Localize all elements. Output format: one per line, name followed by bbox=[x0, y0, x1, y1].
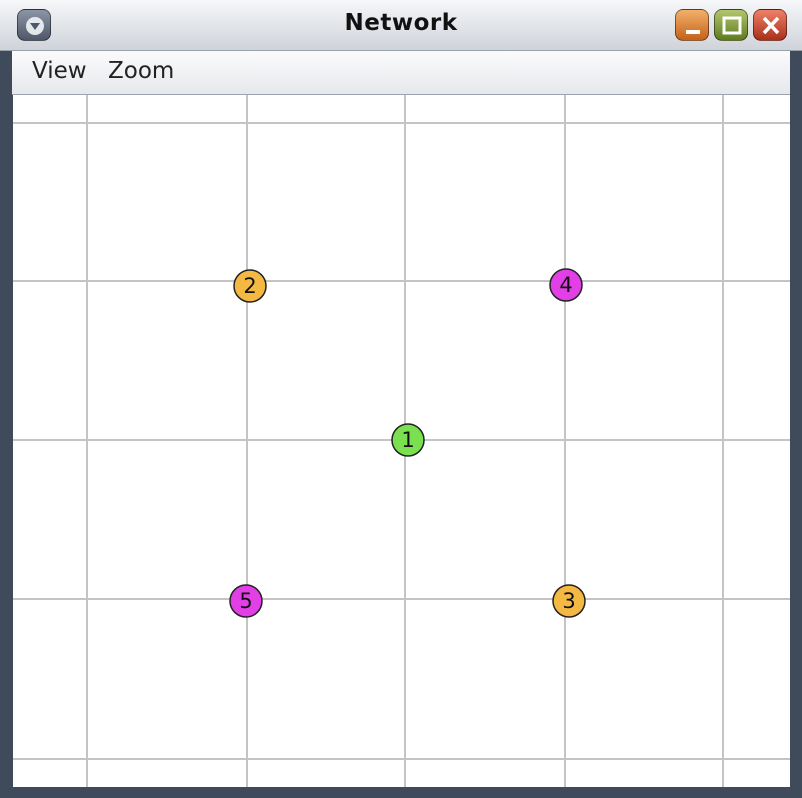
graph-node-5[interactable]: 5 bbox=[229, 584, 263, 618]
close-button[interactable] bbox=[753, 9, 787, 41]
menu-bar: View Zoom bbox=[12, 51, 790, 95]
node-3-label: 3 bbox=[562, 589, 575, 613]
node-1-label: 1 bbox=[401, 428, 414, 452]
network-canvas[interactable]: 1 2 3 4 5 bbox=[13, 95, 790, 787]
maximize-button[interactable] bbox=[714, 9, 748, 41]
window-bottom-border bbox=[0, 787, 802, 798]
title-bar[interactable]: Network bbox=[0, 0, 802, 51]
minimize-icon bbox=[686, 30, 700, 34]
network-window: Network View Zoom 1 2 3 4 5 bbox=[0, 0, 802, 798]
network-graph[interactable]: 1 2 3 4 5 bbox=[13, 95, 790, 787]
graph-node-4[interactable]: 4 bbox=[549, 268, 583, 302]
node-5-label: 5 bbox=[239, 589, 252, 613]
menu-zoom[interactable]: Zoom bbox=[104, 58, 178, 84]
menu-view[interactable]: View bbox=[28, 58, 91, 84]
minimize-button[interactable] bbox=[675, 9, 709, 41]
node-4-label: 4 bbox=[559, 273, 572, 297]
graph-node-1[interactable]: 1 bbox=[391, 423, 425, 457]
graph-node-3[interactable]: 3 bbox=[552, 584, 586, 618]
graph-node-2[interactable]: 2 bbox=[233, 269, 267, 303]
node-2-label: 2 bbox=[243, 274, 256, 298]
maximize-icon bbox=[722, 16, 742, 35]
close-icon bbox=[762, 16, 780, 35]
